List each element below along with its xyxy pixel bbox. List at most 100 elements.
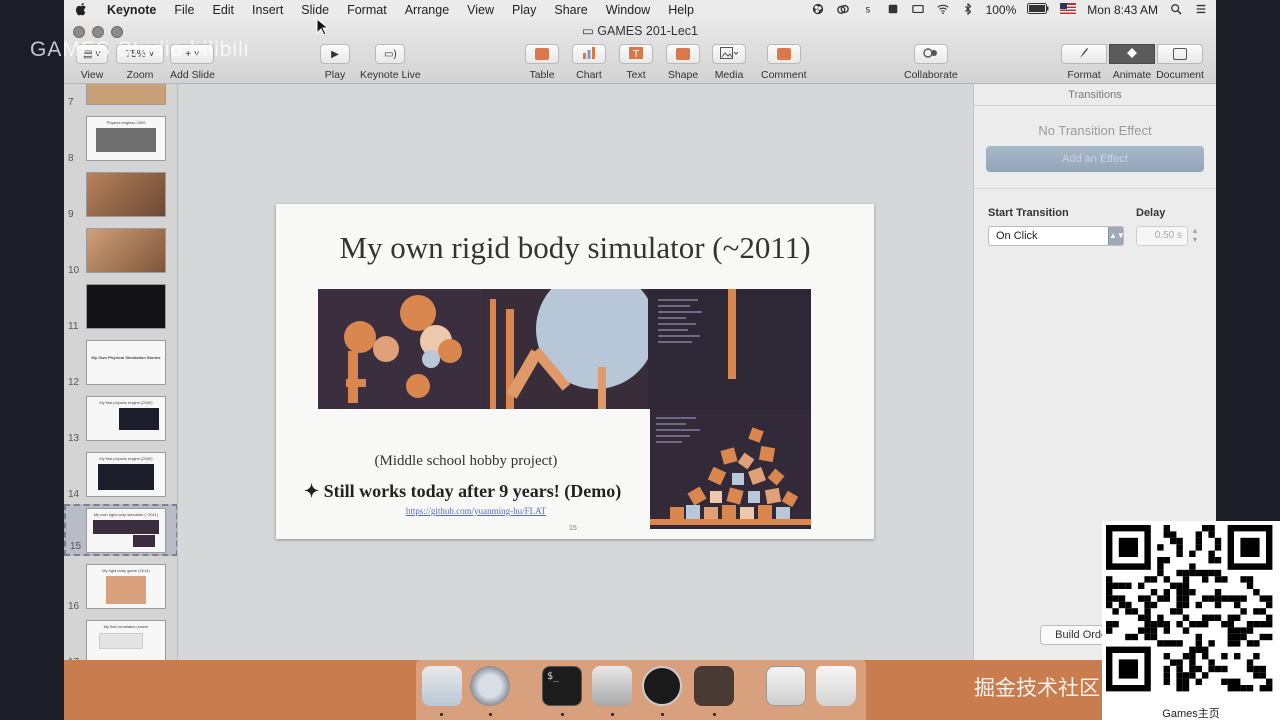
slide-thumbnail-12[interactable]: My Own Physical Simulation Stories 12 [64,338,177,390]
text-tool[interactable]: T Text [619,44,653,81]
menu-file[interactable]: File [165,3,203,17]
slide-thumbnail-11[interactable]: 11 [64,282,177,334]
format-button[interactable] [1061,44,1107,64]
battery-icon[interactable] [1027,3,1049,17]
media-button[interactable] [712,44,746,64]
camera-icon[interactable] [886,3,900,18]
simulation-screenshot-bottom[interactable] [650,409,811,529]
chart-tool[interactable]: Chart [572,44,606,81]
text-button[interactable]: T [619,44,653,64]
creative-cloud-icon[interactable] [836,3,850,18]
thumb-picture [96,128,156,152]
flag-icon[interactable] [1060,3,1077,17]
table-tool[interactable]: Table [525,44,559,81]
table-button[interactable] [525,44,559,64]
slide-canvas: My own rigid body simulator (~2011) (Mid… [179,84,973,660]
document-icon: ▭ [581,24,598,38]
wifi-icon[interactable] [936,3,950,18]
chart-icon [582,46,596,62]
menu-app-keynote[interactable]: Keynote [98,3,165,17]
menu-bar: Keynote File Edit Insert Slide Format Ar… [64,0,1216,20]
animate-tab[interactable]: Animate [1108,44,1156,81]
slide-thumbnail-7[interactable]: 7 [64,84,177,110]
slide-subtitle[interactable]: (Middle school hobby project) [306,453,626,470]
shape-button[interactable] [666,44,700,64]
slide-thumb-image [86,284,166,329]
slide-thumb-image: My fluid simulation solver [86,620,166,660]
spotlight-search-icon[interactable] [1169,3,1183,18]
inspector-tab-transitions[interactable]: Transitions [974,84,1216,106]
obs-icon[interactable] [642,666,682,706]
menu-view[interactable]: View [458,3,503,17]
delay-input[interactable]: 0.50 s [1136,226,1188,246]
media-label: Media [714,69,744,81]
add-effect-button[interactable]: Add an Effect [986,146,1204,172]
menu-arrange[interactable]: Arrange [396,3,458,17]
broadcast-icon: ▭) [383,48,397,60]
svg-text:s: s [865,4,870,15]
menubar-clock[interactable]: Mon 8:43 AM [1087,3,1158,17]
slide-thumbnail-13[interactable]: My first physics engine (2009) 13 [64,394,177,446]
slide-thumbnail-15[interactable]: My own rigid body simulator (~2011) 15 [64,504,177,556]
downloads-stack-icon[interactable] [766,666,806,706]
bullet-star-icon: ✦ [304,481,320,501]
menu-window[interactable]: Window [597,3,659,17]
keynote-live-label: Keynote Live [360,69,421,81]
document-button[interactable] [1157,44,1203,64]
trash-icon[interactable] [816,666,856,706]
chart-button[interactable] [572,44,606,64]
keynote-live-button[interactable]: ▭) [375,44,406,64]
apple-menu-icon[interactable] [64,2,98,19]
current-slide[interactable]: My own rigid body simulator (~2011) (Mid… [276,204,874,539]
collaborate-tool[interactable]: Collaborate [904,44,958,81]
simulation-screenshot-top[interactable] [318,289,811,409]
slide-bullet[interactable]: ✦ Still works today after 9 years! (Demo… [304,481,644,502]
shape-label: Shape [667,69,699,81]
slide-thumbnail-17[interactable]: My fluid simulation solver 17 [64,618,177,660]
keynote-icon[interactable] [592,666,632,706]
menu-edit[interactable]: Edit [203,3,243,17]
github-link[interactable]: https://github.com/yuanming-hu/FLAT [316,506,636,516]
animate-button[interactable] [1109,44,1155,64]
menu-slide[interactable]: Slide [292,3,338,17]
screen-record-icon[interactable] [911,3,925,18]
collaborate-button[interactable] [913,44,948,64]
slide-page-number: 15 [569,525,577,532]
menu-format[interactable]: Format [338,3,396,17]
delay-stepper[interactable]: ▴ ▾ [1190,226,1200,246]
comment-button[interactable] [766,44,801,64]
start-transition-select[interactable]: On Click ▲▼ [988,226,1125,246]
finder-icon[interactable] [422,666,462,706]
thumb-picture [99,633,143,649]
shape-tool[interactable]: Shape [666,44,700,81]
terminal-icon[interactable]: $_ [542,666,582,706]
slide-thumbnail-9[interactable]: 9 [64,170,177,222]
notification-center-icon[interactable] [1194,3,1208,18]
media-icon [720,46,739,62]
play-icon: ▶ [331,48,339,60]
skype-icon[interactable]: s [861,3,875,18]
keynote-live-tool[interactable]: ▭) Keynote Live [360,44,421,81]
menu-insert[interactable]: Insert [243,3,292,17]
slide-title[interactable]: My own rigid body simulator (~2011) [276,230,874,266]
chart-label: Chart [576,69,602,81]
format-tab[interactable]: Format [1060,44,1108,81]
slide-thumbnail-8[interactable]: Physics engines 2009 8 [64,114,177,166]
bluetooth-icon[interactable] [961,2,975,18]
slide-thumbnail-10[interactable]: 10 [64,226,177,278]
play-button[interactable]: ▶ [320,44,350,64]
play-tool[interactable]: ▶ Play [320,44,350,81]
comment-tool[interactable]: Comment [761,44,807,81]
slide-number: 10 [68,265,80,276]
menu-play[interactable]: Play [503,3,545,17]
media-tool[interactable]: Media [712,44,746,81]
menu-share[interactable]: Share [545,3,596,17]
obs-status-icon[interactable] [811,3,825,18]
launchpad-icon[interactable] [470,666,510,706]
document-tab[interactable]: Document [1156,44,1204,81]
menu-help[interactable]: Help [659,3,703,17]
slide-thumbnail-16[interactable]: My rigid body game (2014) 16 [64,562,177,614]
audio-app-icon[interactable] [694,666,734,706]
left-dark-strip [0,0,64,720]
slide-thumbnail-14[interactable]: My first physics engine (2009) 14 [64,450,177,502]
